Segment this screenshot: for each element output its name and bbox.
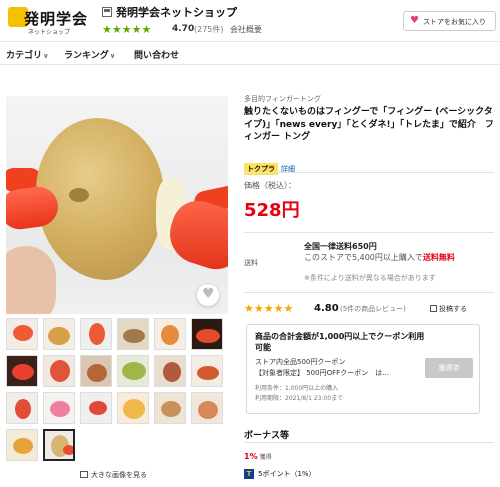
price-label: 価格（税込）：: [244, 181, 296, 190]
nav-category[interactable]: カテゴリ∨: [6, 48, 49, 61]
product-price: 528円: [244, 200, 300, 221]
thumbnail[interactable]: [154, 318, 186, 350]
shipping-label: 送料: [244, 259, 258, 267]
image-icon: [80, 471, 88, 478]
bonus-percent-value: 1%: [244, 452, 258, 461]
coupon-acquired-button[interactable]: 獲得済: [425, 358, 473, 378]
review-stars: ★★★★★: [244, 302, 294, 315]
coupon-condition: 利用条件：1,000円以上の購入: [255, 385, 339, 392]
thumbnail[interactable]: [117, 355, 149, 387]
logo-text: 発明学会: [24, 10, 89, 28]
thumbnail[interactable]: [6, 355, 38, 387]
store-nav: カテゴリ∨ ランキング∨ 問い合わせ: [0, 43, 500, 65]
thumbnail[interactable]: [80, 355, 112, 387]
post-review-label: 投稿する: [439, 305, 467, 313]
company-info-link[interactable]: 会社概要: [230, 24, 262, 35]
free-shipping-condition: このストアで5,400円以上購入で送料無料: [304, 252, 455, 263]
thumbnail[interactable]: [191, 318, 223, 350]
nav-category-label: カテゴリ: [6, 51, 43, 61]
thumbnail[interactable]: [6, 429, 38, 461]
bonus-percent: 1% 獲得: [244, 452, 272, 461]
chevron-down-icon: ∨: [109, 52, 116, 60]
thumbnail[interactable]: [117, 392, 149, 424]
bonus-points: 5ポイント（1%）: [258, 470, 316, 478]
coupon-title: 商品の合計金額が1,000円以上でクーポン利用可能: [255, 332, 425, 352]
thumbnail[interactable]: [191, 355, 223, 387]
store-logo[interactable]: 発明学会 ネットショップ: [8, 6, 88, 36]
heart-icon: ♥: [202, 286, 215, 302]
t-point-icon: T: [244, 469, 254, 479]
bonus-percent-note: 獲得: [259, 454, 272, 461]
favorite-store-label: ストアをお気に入り: [423, 18, 486, 26]
shipping-note: ※条件により送料が異なる場合があります: [304, 274, 436, 282]
hand-image: [6, 246, 56, 314]
nav-ranking[interactable]: ランキング∨: [64, 48, 115, 61]
potato-detail: [69, 188, 89, 202]
view-large-images-link[interactable]: 大きな画像を見る: [80, 470, 147, 480]
review-score: 4.80: [314, 303, 339, 314]
thumbnail-selected[interactable]: [43, 429, 75, 461]
chevron-down-icon: ∨: [43, 52, 49, 60]
thumbnail[interactable]: [80, 392, 112, 424]
thumbnail[interactable]: [6, 392, 38, 424]
favorite-store-button[interactable]: ♥ ストアをお気に入り: [403, 11, 496, 31]
free-shipping-prefix: このストアで5,400円以上購入で: [304, 253, 423, 262]
thumbnail[interactable]: [43, 355, 75, 387]
coupon-target: 【対象者限定】 500円OFFクーポン は…: [255, 369, 390, 377]
review-count-link[interactable]: (5件の商品レビュー): [340, 304, 406, 314]
thumbnail[interactable]: [43, 318, 75, 350]
coupon-description: ストア内全品500円クーポン: [255, 358, 346, 366]
thumbnail[interactable]: [80, 318, 112, 350]
store-rating-stars: ★★★★★: [102, 23, 152, 36]
divider: [244, 172, 494, 173]
edit-icon: [430, 305, 437, 312]
image-favorite-button[interactable]: ♥: [196, 283, 220, 307]
thumbnail[interactable]: [6, 318, 38, 350]
main-product-image[interactable]: [6, 96, 228, 314]
product-title: 触りたくないものはフィングーで「フィングー (ベーシックタイプ)」「news e…: [244, 107, 494, 142]
heart-icon: ♥: [410, 15, 419, 26]
nav-ranking-label: ランキング: [64, 51, 109, 61]
product-category-link[interactable]: 多目的フィンガートング: [244, 94, 321, 104]
bonus-heading: ボーナス等: [244, 431, 290, 441]
divider: [244, 232, 494, 233]
store-rating-value: 4.70: [172, 24, 195, 34]
coupon-box: 商品の合計金額が1,000円以上でクーポン利用可能 ストア内全品500円クーポン…: [246, 324, 480, 414]
nav-contact[interactable]: 問い合わせ: [134, 48, 179, 61]
store-rating-count-link[interactable]: (275件): [194, 24, 224, 35]
thumbnail[interactable]: [154, 355, 186, 387]
divider: [244, 292, 494, 293]
store-name-link[interactable]: 発明学会ネットショップ: [116, 4, 237, 20]
logo-subtext: ネットショップ: [28, 29, 71, 36]
store-icon: [102, 7, 112, 17]
shipping-fee: 全国一律送料650円: [304, 242, 377, 251]
nav-contact-label: 問い合わせ: [134, 51, 180, 61]
view-large-images-label: 大きな画像を見る: [91, 471, 147, 479]
tokutoku-badge: トクプラ: [244, 163, 278, 175]
coupon-period: 利用期限：2021/8/1 23:00まで: [255, 395, 344, 402]
thumbnail[interactable]: [43, 392, 75, 424]
free-shipping-text: 送料無料: [422, 253, 455, 262]
post-review-link[interactable]: 投稿する: [430, 304, 467, 314]
thumbnail[interactable]: [154, 392, 186, 424]
divider: [244, 442, 494, 443]
header: 発明学会 ネットショップ 発明学会ネットショップ ★★★★★ 4.70 (275…: [0, 0, 500, 42]
thumbnail[interactable]: [191, 392, 223, 424]
thumbnail[interactable]: [117, 318, 149, 350]
